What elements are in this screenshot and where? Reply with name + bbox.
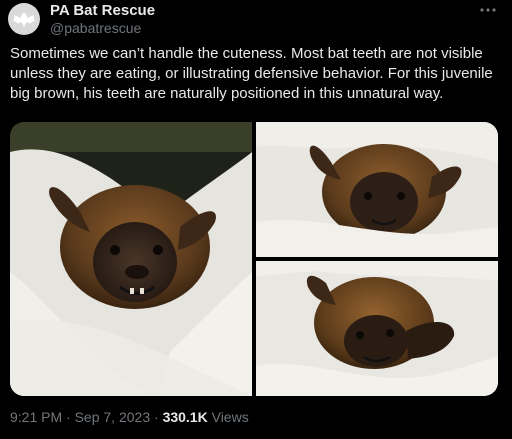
- bat-photo-3[interactable]: [256, 261, 498, 396]
- media-grid: [10, 122, 498, 396]
- tweet-time[interactable]: 9:21 PM: [10, 409, 62, 425]
- tweet-text: Sometimes we can’t handle the cuteness. …: [10, 45, 493, 102]
- tweet-meta: 9:21 PM · Sep 7, 2023 · 330.1K Views: [10, 409, 249, 425]
- bat-photo-2[interactable]: [256, 122, 498, 257]
- more-options-button[interactable]: [478, 2, 498, 18]
- tweet: PA Bat Rescue @pabatrescue Sometimes we …: [0, 0, 512, 439]
- meta-separator: ·: [66, 409, 71, 425]
- tweet-date[interactable]: Sep 7, 2023: [75, 409, 151, 425]
- author-name[interactable]: PA Bat Rescue: [50, 2, 155, 19]
- more-options-icon: [480, 8, 496, 12]
- author-handle[interactable]: @pabatrescue: [50, 20, 141, 36]
- avatar[interactable]: [8, 3, 40, 35]
- meta-separator: ·: [154, 409, 159, 425]
- views-label: Views: [211, 409, 249, 425]
- views-count: 330.1K: [162, 409, 208, 425]
- bat-photo-1[interactable]: [10, 122, 252, 396]
- bat-logo-icon: [12, 13, 36, 27]
